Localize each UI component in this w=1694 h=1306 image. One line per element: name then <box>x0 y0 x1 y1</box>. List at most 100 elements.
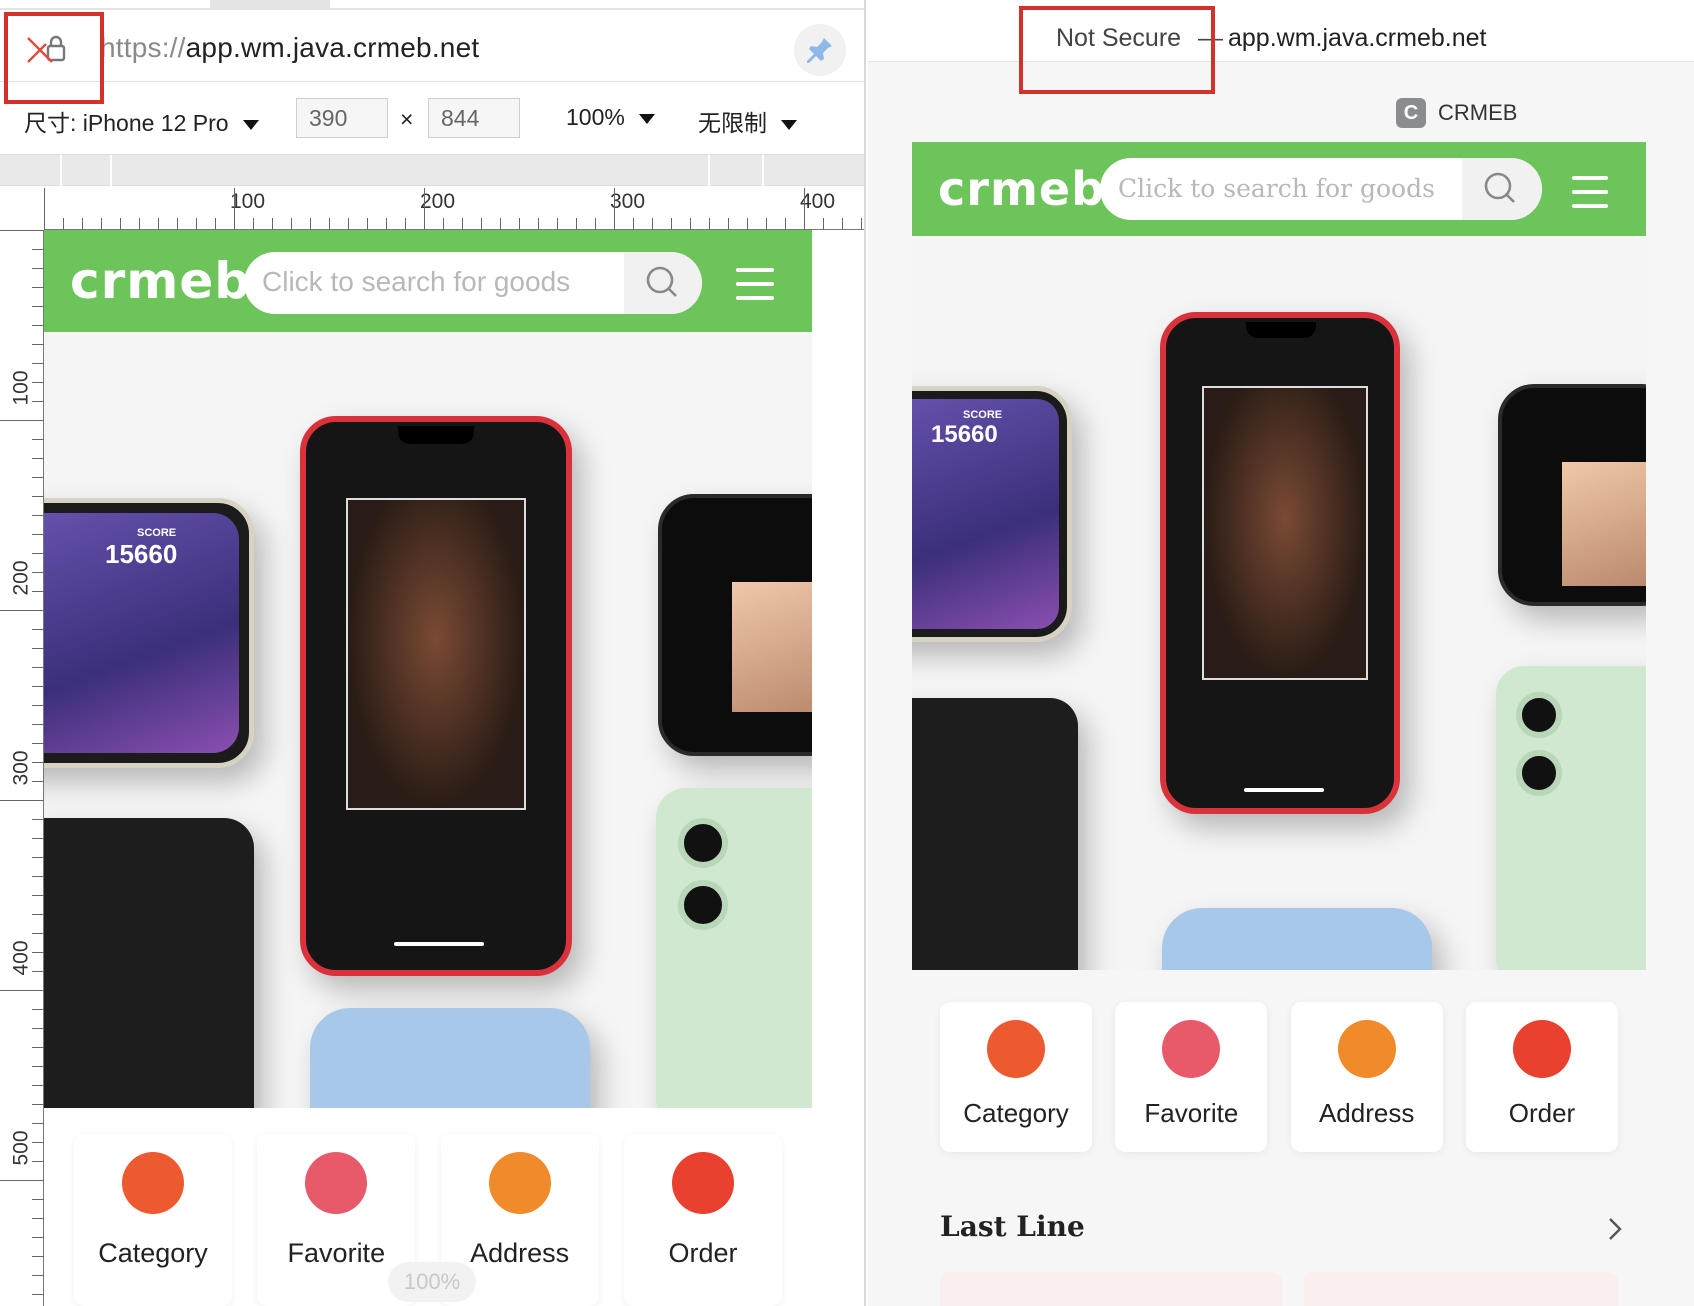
url-text[interactable]: app.wm.java.crmeb.net <box>1228 24 1486 53</box>
horizontal-ruler: 100 200 300 400 <box>44 188 864 230</box>
ruler-tick <box>32 1009 44 1010</box>
gift-box-icon <box>305 1152 368 1214</box>
nav-item-order[interactable]: Order <box>623 1134 782 1306</box>
device-select[interactable]: 尺寸: iPhone 12 Pro <box>24 104 259 138</box>
crmeb-logo[interactable]: crmeb <box>70 252 251 310</box>
ruler-tick <box>234 188 235 230</box>
device-width-input[interactable]: 390 <box>296 98 388 138</box>
native-browser-pane: Not Secure — app.wm.java.crmeb.net C CRM… <box>868 0 1694 1306</box>
banner-phone-left: SCORE 15660 <box>44 498 254 768</box>
nav-item-category[interactable]: Category <box>74 1134 232 1306</box>
media-query-bar[interactable] <box>0 154 864 187</box>
ruler-label: 200 <box>420 190 456 213</box>
nav-item-order[interactable]: Order <box>1465 1002 1618 1152</box>
banner-phone-black <box>912 698 1078 970</box>
ruler-tick <box>804 188 805 230</box>
ruler-tick <box>32 306 44 307</box>
banner-carousel[interactable]: SCORE 15660 <box>44 332 812 1108</box>
product-card[interactable] <box>1304 1272 1618 1306</box>
search-bar[interactable]: Click to search for goods <box>1100 158 1542 220</box>
search-placeholder: Click to search for goods <box>262 266 571 297</box>
nav-item-favorite[interactable]: Favorite <box>1115 1002 1268 1152</box>
search-button[interactable] <box>624 252 702 314</box>
banner-score-label: SCORE <box>137 527 177 539</box>
ruler-tick <box>32 458 44 459</box>
ruler-tick <box>32 439 44 440</box>
search-icon <box>1484 172 1515 203</box>
banner-carousel[interactable]: SCORE 15660 <box>912 236 1646 970</box>
ruler-label: 100 <box>230 190 266 213</box>
ruler-tick <box>766 218 767 230</box>
banner-phone-blue <box>1162 908 1432 970</box>
ruler-tick <box>709 218 710 230</box>
ruler-tick <box>747 218 748 230</box>
dimension-times: × <box>400 106 414 132</box>
ruler-tick <box>291 218 292 230</box>
search-bar[interactable]: Click to search for goods <box>244 252 702 314</box>
zoom-select[interactable]: 100% <box>566 104 655 131</box>
ruler-tick <box>215 218 216 230</box>
browser-tab-strip <box>0 0 864 10</box>
ruler-tick <box>310 218 311 230</box>
ruler-tick <box>0 1180 44 1181</box>
nav-item-label: Category <box>98 1238 208 1268</box>
address-bar[interactable]: Not Secure — app.wm.java.crmeb.net <box>868 0 1694 62</box>
chevron-down-icon <box>638 113 655 124</box>
ruler-tick <box>690 218 691 230</box>
ruler-tick <box>595 218 596 230</box>
ruler-label: 300 <box>610 190 646 213</box>
url-text[interactable]: https://app.wm.java.crmeb.net <box>100 32 479 64</box>
crmeb-logo[interactable]: crmeb <box>938 162 1105 216</box>
highlight-box <box>4 12 104 104</box>
hamburger-menu-icon[interactable] <box>1572 176 1608 208</box>
ruler-tick <box>32 724 44 725</box>
ruler-tick <box>32 971 44 972</box>
ruler-tick <box>32 914 44 915</box>
ruler-tick <box>329 218 330 230</box>
ruler-tick <box>32 287 44 288</box>
ruler-tick <box>32 667 44 668</box>
ruler-label: 100 <box>9 370 33 406</box>
chevron-right-icon[interactable] <box>1606 1216 1624 1242</box>
ruler-tick <box>671 218 672 230</box>
hamburger-menu-icon[interactable] <box>736 268 774 300</box>
app-header: crmeb Click to search for goods <box>44 230 812 332</box>
ruler-label: 500 <box>9 1130 33 1166</box>
ruler-tick <box>82 218 83 230</box>
emulated-viewport: crmeb Click to search for goods SCORE 15… <box>44 230 812 1306</box>
ruler-tick <box>785 218 786 230</box>
ruler-label: 200 <box>9 560 33 596</box>
ruler-tick <box>32 743 44 744</box>
ruler-tick <box>32 705 44 706</box>
device-toolbar: 尺寸: iPhone 12 Pro 390 × 844 100% 无限制 <box>0 84 864 152</box>
list-icon <box>122 1152 184 1214</box>
nav-item-label: Order <box>668 1238 738 1268</box>
ruler-tick <box>405 218 406 230</box>
ruler-tick <box>462 218 463 230</box>
ruler-tick <box>44 188 45 230</box>
product-card[interactable] <box>940 1272 1282 1306</box>
ruler-tick <box>0 800 44 801</box>
pin-icon[interactable] <box>794 24 846 76</box>
address-bar[interactable]: https://app.wm.java.crmeb.net <box>0 10 864 82</box>
ruler-tick <box>196 218 197 230</box>
vertical-ruler: 100 200 300 400 500 <box>0 230 44 1306</box>
ruler-tick <box>32 629 44 630</box>
zoom-indicator: 100% <box>388 1262 476 1302</box>
ruler-tick <box>32 401 44 402</box>
ruler-tick <box>861 218 862 230</box>
device-height-input[interactable]: 844 <box>428 98 520 138</box>
search-button[interactable] <box>1462 158 1542 220</box>
ruler-tick <box>481 218 482 230</box>
ruler-tick <box>32 249 44 250</box>
browser-tab[interactable]: C CRMEB <box>868 62 1694 142</box>
ruler-tick <box>32 534 44 535</box>
ruler-label: 400 <box>9 940 33 976</box>
ruler-tick <box>32 838 44 839</box>
ruler-tick <box>158 218 159 230</box>
nav-item-category[interactable]: Category <box>940 1002 1092 1152</box>
banner-phone-green <box>656 788 812 1108</box>
banner-phone-green <box>1496 666 1646 970</box>
throttle-select[interactable]: 无限制 <box>698 104 797 138</box>
nav-item-address[interactable]: Address <box>1290 1002 1443 1152</box>
